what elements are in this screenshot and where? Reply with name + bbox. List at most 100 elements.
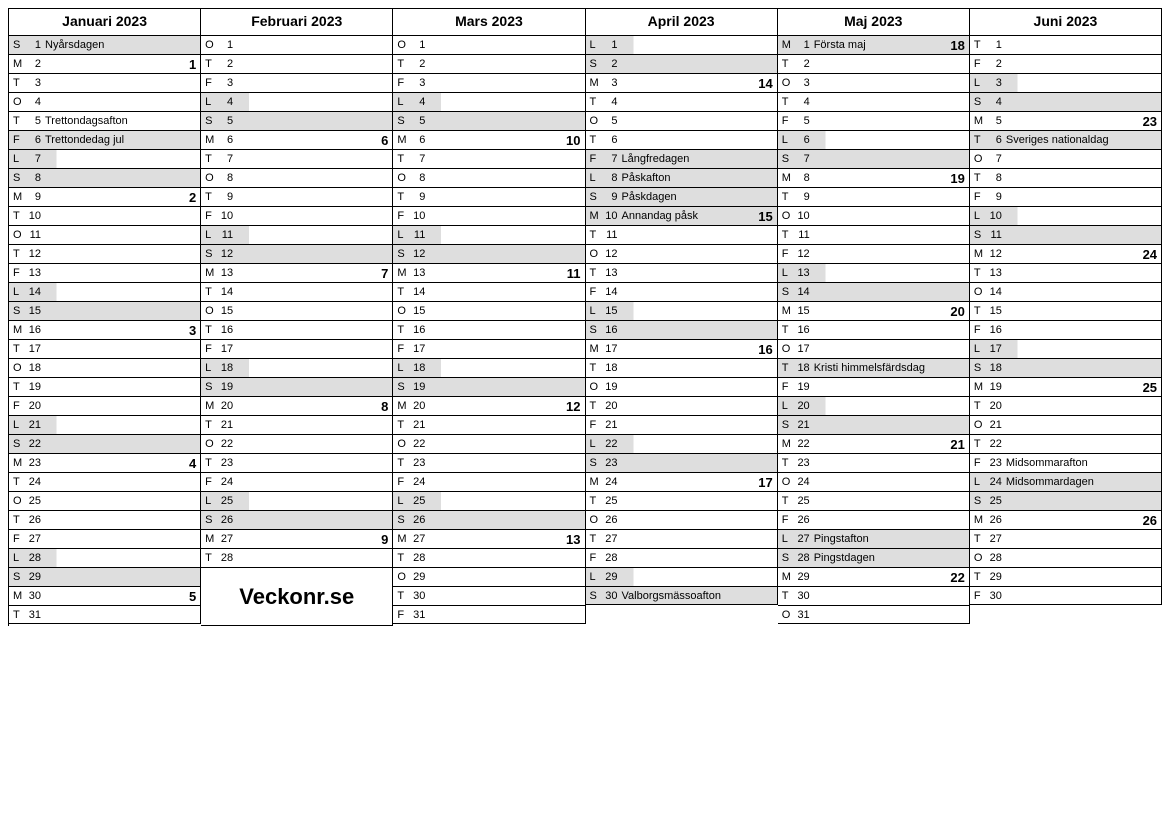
- weekday-letter: F: [397, 340, 409, 358]
- weekday-letter: F: [205, 473, 217, 491]
- weekday-letter: L: [590, 36, 602, 54]
- weekday-letter: S: [974, 93, 986, 111]
- day-row: F3: [201, 73, 393, 92]
- day-number: 24: [986, 473, 1002, 491]
- holiday-label: Påskafton: [622, 172, 671, 184]
- day-row: M1311: [393, 263, 585, 282]
- day-row: L11: [201, 225, 393, 244]
- weekday-letter: T: [974, 397, 986, 415]
- day-number: 14: [986, 283, 1002, 301]
- weekday-letter: T: [590, 131, 602, 149]
- day-row: T22: [970, 434, 1162, 453]
- week-number: 7: [381, 264, 388, 282]
- day-row: S2: [586, 54, 778, 73]
- month-column: Maj 2023M1Första maj18T2O3T4F5L6S7M819T9…: [778, 8, 970, 626]
- day-number: 20: [794, 397, 810, 415]
- weekday-letter: T: [974, 264, 986, 282]
- day-row: T18: [586, 358, 778, 377]
- day-number: 25: [986, 492, 1002, 510]
- day-row: F7Långfredagen: [586, 149, 778, 168]
- weekday-letter: O: [205, 302, 217, 320]
- day-number: 23: [602, 454, 618, 472]
- weekday-letter: M: [590, 207, 602, 225]
- weekday-letter: F: [974, 55, 986, 73]
- day-row: S26: [393, 510, 585, 529]
- day-number: 26: [25, 511, 41, 529]
- day-row: T13: [586, 263, 778, 282]
- day-row: F17: [201, 339, 393, 358]
- day-number: 18: [217, 359, 233, 377]
- day-number: 26: [602, 511, 618, 529]
- weekday-letter: M: [782, 169, 794, 187]
- day-row: M21: [9, 54, 201, 73]
- day-number: 22: [409, 435, 425, 453]
- holiday-label: Kristi himmelsfärdsdag: [814, 362, 925, 374]
- day-row: T4: [778, 92, 970, 111]
- day-number: 14: [217, 283, 233, 301]
- day-row: S14: [778, 282, 970, 301]
- day-number: 9: [986, 188, 1002, 206]
- weekday-letter: S: [974, 359, 986, 377]
- day-number: 20: [409, 397, 425, 415]
- day-number: 22: [602, 435, 618, 453]
- day-number: 6: [794, 131, 810, 149]
- day-row: L11: [393, 225, 585, 244]
- day-row: M2221: [778, 434, 970, 453]
- weekday-letter: M: [13, 55, 25, 73]
- day-row: O15: [201, 301, 393, 320]
- day-row: T14: [393, 282, 585, 301]
- day-number: 23: [409, 454, 425, 472]
- weekday-letter: O: [13, 492, 25, 510]
- day-number: 16: [794, 321, 810, 339]
- day-row: F21: [586, 415, 778, 434]
- day-number: 28: [25, 549, 41, 567]
- week-number: 17: [758, 473, 772, 491]
- day-number: 9: [794, 188, 810, 206]
- day-number: 19: [25, 378, 41, 396]
- day-number: 4: [217, 93, 233, 111]
- weekday-letter: S: [205, 511, 217, 529]
- day-row: M523: [970, 111, 1162, 130]
- day-row: T27: [586, 529, 778, 548]
- day-number: 11: [25, 226, 41, 244]
- day-row: S25: [970, 491, 1162, 510]
- day-row: F9: [970, 187, 1162, 206]
- weekday-letter: T: [13, 511, 25, 529]
- week-number: 16: [758, 340, 772, 358]
- holiday-label: Första maj: [814, 39, 866, 51]
- day-row: O7: [970, 149, 1162, 168]
- weekday-letter: L: [397, 492, 409, 510]
- day-number: 21: [217, 416, 233, 434]
- weekday-letter: L: [13, 416, 25, 434]
- branding: Veckonr.se: [201, 567, 393, 626]
- day-row: O29: [393, 567, 585, 586]
- week-number: 19: [950, 169, 964, 187]
- holiday-label: Sveriges nationaldag: [1006, 134, 1109, 146]
- day-row: S9Påskdagen: [586, 187, 778, 206]
- holiday-label: Annandag påsk: [622, 210, 698, 222]
- day-number: 7: [25, 150, 41, 168]
- day-number: 10: [986, 207, 1002, 225]
- day-number: 12: [986, 245, 1002, 263]
- day-number: 21: [986, 416, 1002, 434]
- day-number: 15: [217, 302, 233, 320]
- day-row: L14: [9, 282, 201, 301]
- weekday-letter: F: [13, 397, 25, 415]
- weekday-letter: T: [13, 340, 25, 358]
- day-row: M2626: [970, 510, 1162, 529]
- weekday-letter: M: [782, 435, 794, 453]
- day-number: 17: [409, 340, 425, 358]
- day-row: O8: [393, 168, 585, 187]
- day-number: 6: [986, 131, 1002, 149]
- weekday-letter: T: [13, 207, 25, 225]
- day-row: L21: [9, 415, 201, 434]
- day-row: T10: [9, 206, 201, 225]
- day-number: 30: [602, 587, 618, 605]
- weekday-letter: T: [397, 549, 409, 567]
- weekday-letter: S: [590, 454, 602, 472]
- day-row: O8: [201, 168, 393, 187]
- week-number: 12: [566, 397, 580, 415]
- weekday-letter: O: [590, 511, 602, 529]
- weekday-letter: O: [782, 473, 794, 491]
- day-row: T9: [201, 187, 393, 206]
